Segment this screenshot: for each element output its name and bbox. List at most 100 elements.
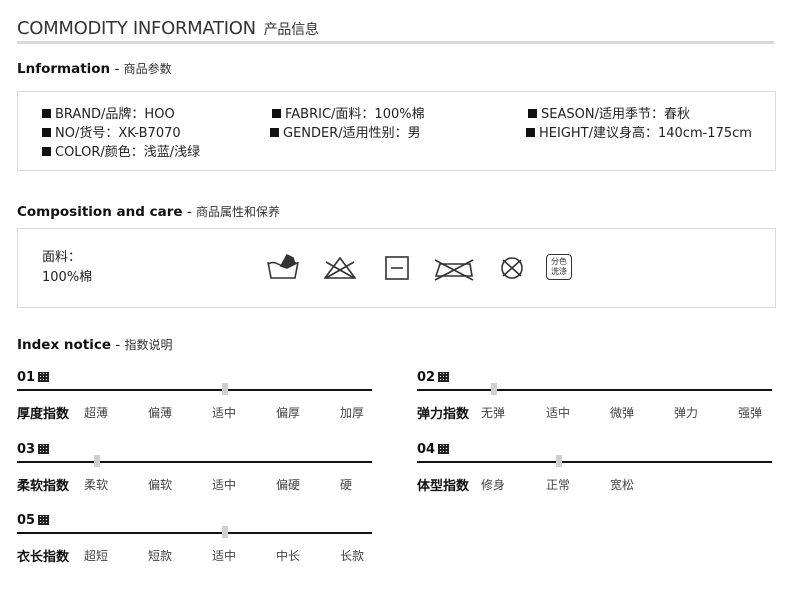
- fabric-value: 100%棉: [42, 270, 93, 285]
- wash-separately-icon: 分色 洗涤: [546, 254, 572, 280]
- index-option: 中长: [276, 549, 301, 563]
- grid-icon: [38, 444, 50, 454]
- index-option: 柔软: [84, 478, 109, 492]
- index-option: 加厚: [340, 406, 365, 420]
- no-bleach-icon: [322, 254, 358, 282]
- index-number: 01: [17, 370, 50, 385]
- index-marker: [222, 383, 228, 395]
- index-number: 04: [417, 442, 450, 457]
- info-item-gender: GENDER/适用性别：男: [270, 122, 421, 141]
- index-option: 适中: [212, 549, 237, 563]
- info-item-text: BRAND/品牌：HOO: [55, 107, 175, 122]
- hand-wash-icon: [265, 252, 301, 280]
- index-marker: [491, 383, 497, 395]
- no-iron-icon: [432, 254, 476, 282]
- index-scale-line: [17, 461, 372, 463]
- index-option: 适中: [212, 478, 237, 492]
- index-number: 05: [17, 513, 50, 528]
- grid-icon: [438, 372, 450, 382]
- info-item-text: HEIGHT/建议身高：140cm-175cm: [539, 126, 752, 141]
- bullet-square-icon: [42, 128, 51, 137]
- index-option: 偏硬: [276, 478, 301, 492]
- index-label: 弹力指数: [417, 407, 470, 422]
- index-option: 短款: [148, 549, 173, 563]
- index-option: 无弹: [481, 406, 506, 420]
- grid-icon: [38, 372, 50, 382]
- index-option: 适中: [546, 406, 571, 420]
- no-dry-clean-icon: [494, 254, 530, 282]
- page-title: COMMODITY INFORMATION 产品信息: [17, 18, 319, 39]
- info-item-text: SEASON/适用季节：春秋: [541, 107, 690, 122]
- index-label: 柔软指数: [17, 479, 70, 494]
- composition-title-en: Composition and care: [17, 204, 183, 220]
- index-option: 适中: [212, 406, 237, 420]
- information-title-dash: -: [110, 61, 124, 77]
- fabric-info: 面料： 100%棉: [42, 248, 92, 288]
- information-section-title: Lnformation - 商品参数: [17, 60, 172, 77]
- index-marker: [556, 455, 562, 467]
- index-number: 03: [17, 442, 50, 457]
- index-option: 弹力: [674, 406, 699, 420]
- info-item-color: COLOR/颜色：浅蓝/浅绿: [42, 141, 200, 160]
- index-option: 超短: [84, 549, 109, 563]
- grid-icon: [438, 444, 450, 454]
- info-item-text: FABRIC/面料：100%棉: [285, 107, 425, 122]
- index-label: 厚度指数: [17, 407, 70, 422]
- information-title-en: Lnformation: [17, 61, 111, 77]
- index-label: 体型指数: [417, 479, 470, 494]
- index-scale-line: [17, 389, 372, 391]
- index-number-text: 01: [17, 370, 36, 385]
- index-section-title: Index notice - 指数说明: [17, 336, 172, 353]
- index-marker: [94, 455, 100, 467]
- index-option: 微弹: [610, 406, 635, 420]
- bullet-square-icon: [42, 109, 51, 118]
- index-option: 偏软: [148, 478, 173, 492]
- index-option: 硬: [340, 478, 353, 492]
- grid-icon: [38, 515, 50, 525]
- index-option: 修身: [481, 478, 506, 492]
- wash-separately-text: 分色: [551, 257, 567, 266]
- info-item-text: COLOR/颜色：浅蓝/浅绿: [55, 145, 201, 160]
- index-number-text: 02: [417, 370, 436, 385]
- index-option: 正常: [546, 478, 571, 492]
- bullet-square-icon: [272, 109, 281, 118]
- index-label: 衣长指数: [17, 550, 70, 565]
- index-scale-line: [417, 461, 772, 463]
- index-option: 偏薄: [148, 406, 173, 420]
- header-divider: [17, 41, 774, 44]
- index-title-en: Index notice: [17, 337, 111, 353]
- page-title-zh: 产品信息: [263, 22, 319, 38]
- tumble-dry-icon: [379, 254, 415, 282]
- index-number: 02: [417, 370, 450, 385]
- index-title-zh: 指数说明: [124, 338, 173, 352]
- index-option: 强弹: [738, 406, 763, 420]
- index-number-text: 04: [417, 442, 436, 457]
- bullet-square-icon: [528, 109, 537, 118]
- information-title-zh: 商品参数: [123, 62, 172, 76]
- index-marker: [222, 526, 228, 538]
- wash-separately-text: 洗涤: [551, 267, 567, 276]
- info-item-text: NO/货号：XK-B7070: [55, 126, 181, 141]
- index-number-text: 03: [17, 442, 36, 457]
- index-scale-line: [17, 532, 372, 534]
- composition-title-dash: -: [182, 204, 196, 220]
- index-option: 宽松: [610, 478, 635, 492]
- info-item-brand: BRAND/品牌：HOO: [42, 103, 175, 122]
- info-item-text: GENDER/适用性别：男: [283, 126, 421, 141]
- index-option: 长款: [340, 549, 365, 563]
- page-title-en: COMMODITY INFORMATION: [17, 18, 256, 39]
- index-option: 偏厚: [276, 406, 301, 420]
- info-item-season: SEASON/适用季节：春秋: [528, 103, 690, 122]
- index-option: 超薄: [84, 406, 109, 420]
- bullet-square-icon: [526, 128, 535, 137]
- index-scale-line: [417, 389, 772, 391]
- bullet-square-icon: [42, 147, 51, 156]
- index-number-text: 05: [17, 513, 36, 528]
- info-item-height: HEIGHT/建议身高：140cm-175cm: [526, 122, 752, 141]
- info-item-number: NO/货号：XK-B7070: [42, 122, 181, 141]
- info-item-fabric: FABRIC/面料：100%棉: [272, 103, 425, 122]
- fabric-label: 面料：: [42, 250, 82, 265]
- index-title-dash: -: [111, 337, 125, 353]
- composition-section-title: Composition and care - 商品属性和保养: [17, 203, 280, 220]
- composition-title-zh: 商品属性和保养: [196, 205, 281, 219]
